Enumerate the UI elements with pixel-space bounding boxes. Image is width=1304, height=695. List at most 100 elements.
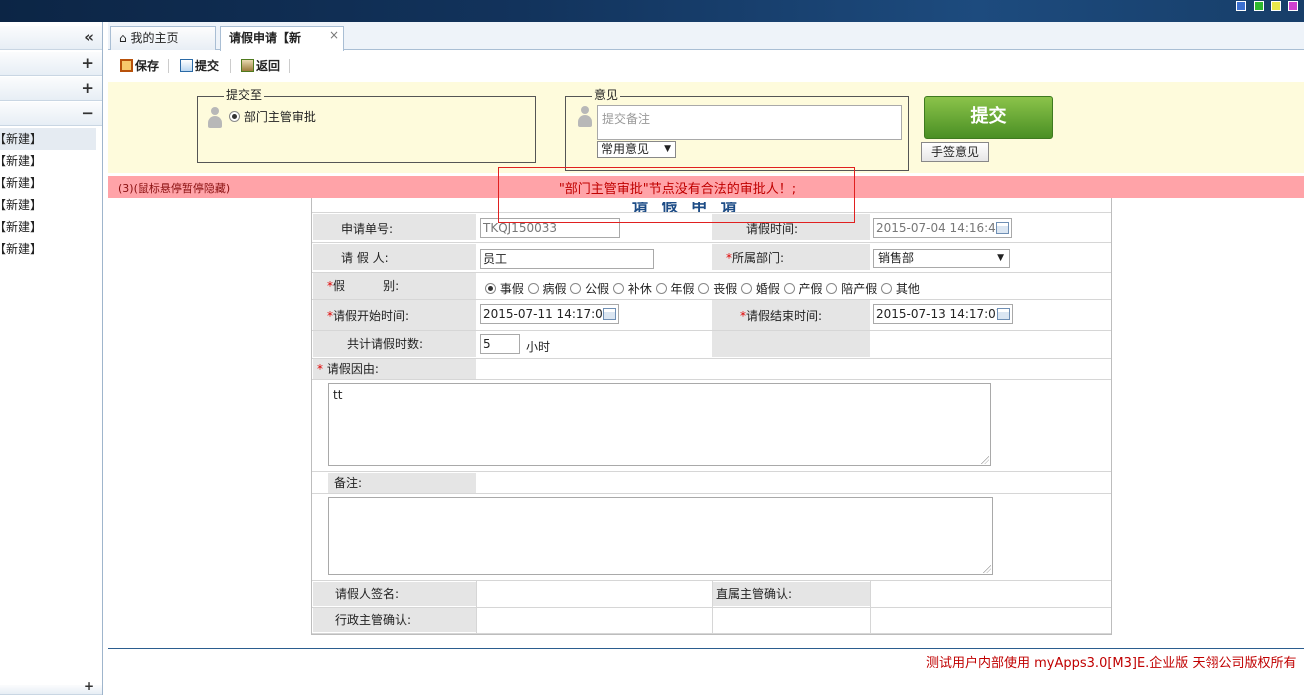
- sidebar-item[interactable]: 【新建】: [0, 194, 96, 216]
- calendar-icon[interactable]: [997, 308, 1010, 320]
- radio-icon[interactable]: [741, 283, 753, 294]
- back-icon: [241, 59, 254, 72]
- radio-option[interactable]: 产假: [783, 282, 823, 296]
- window-green-button[interactable]: [1254, 1, 1264, 11]
- expand-icon[interactable]: +: [84, 679, 94, 693]
- person-icon: [208, 107, 222, 129]
- opinion-legend: 意见: [592, 88, 621, 102]
- sidebar-item[interactable]: 【新建】: [0, 150, 96, 172]
- collapse-sidebar-button[interactable]: «: [84, 28, 94, 46]
- tab-label: 我的主页: [130, 31, 179, 45]
- sidebar-header: «: [0, 26, 102, 50]
- supervisor-label: 直属主管确认:: [712, 582, 870, 606]
- opinion-textarea[interactable]: 提交备注: [597, 105, 902, 140]
- radio-option[interactable]: 陪产假: [826, 282, 877, 296]
- radio-option[interactable]: 事假: [485, 282, 524, 296]
- resize-grip-icon[interactable]: [983, 565, 991, 573]
- chevron-down-icon: ▼: [664, 144, 671, 154]
- radio-option[interactable]: 公假: [570, 282, 609, 296]
- separator: [168, 59, 169, 73]
- submit-icon: [180, 59, 193, 72]
- footer-divider: [108, 648, 1304, 649]
- end-time-field[interactable]: 2015-07-13 14:17:07: [873, 304, 1013, 324]
- tab-leave-request[interactable]: 请假申请【新 ×: [220, 26, 344, 51]
- hours-label: 共计请假时数:: [313, 331, 476, 357]
- tab-home[interactable]: ⌂ 我的主页: [110, 26, 216, 50]
- reason-textarea[interactable]: tt: [328, 383, 991, 466]
- hours-field[interactable]: 5: [480, 334, 520, 354]
- remark-textarea[interactable]: [328, 497, 993, 575]
- radio-icon[interactable]: [881, 283, 893, 294]
- tab-bar: ⌂ 我的主页 请假申请【新 ×: [108, 22, 1304, 51]
- radio-option[interactable]: 丧假: [698, 282, 737, 296]
- window-magenta-button[interactable]: [1288, 1, 1298, 11]
- reason-label: * 请假因由:: [313, 359, 476, 379]
- separator: [289, 59, 290, 73]
- sidebar: « + + − 【新建】 【新建】 【新建】 【新建】 【新建】 【新建】 +: [0, 22, 103, 695]
- submit-panel: 提交至 部门主管审批 意见 提交备注 常用意见 ▼ 提交 手签意见: [108, 82, 1304, 173]
- close-icon[interactable]: ×: [329, 24, 339, 46]
- sign-label: 请假人签名:: [313, 582, 476, 606]
- sidebar-item[interactable]: 【新建】: [0, 238, 96, 260]
- applicant-field[interactable]: 员工: [480, 249, 654, 269]
- error-popup: "部门主管审批"节点没有合法的审批人！;: [498, 167, 855, 223]
- submit-button[interactable]: 提交: [924, 96, 1053, 139]
- error-hint: (3)(鼠标悬停暂停隐藏): [118, 182, 231, 195]
- submit-to-legend: 提交至: [224, 88, 265, 102]
- start-time-label: *请假开始时间:: [313, 300, 476, 330]
- sidebar-item[interactable]: 【新建】: [0, 128, 96, 150]
- calendar-icon[interactable]: [603, 308, 616, 320]
- window-top-bar: [0, 0, 1304, 22]
- submit-to-fieldset: 提交至 部门主管审批: [197, 88, 536, 163]
- leave-type-radio-group: 事假 病假 公假 补休 年假 丧假 婚假 产假 陪产假 其他: [485, 280, 920, 297]
- radio-icon[interactable]: [826, 283, 838, 294]
- admin-label: 行政主管确认:: [313, 608, 476, 632]
- radio-selected-icon[interactable]: [485, 283, 496, 294]
- radio-icon[interactable]: [655, 283, 667, 294]
- window-yellow-button[interactable]: [1271, 1, 1281, 11]
- resize-grip-icon[interactable]: [981, 456, 989, 464]
- radio-selected-icon[interactable]: [229, 111, 240, 122]
- common-opinion-select[interactable]: 常用意见 ▼: [597, 141, 676, 158]
- radio-option[interactable]: 补休: [613, 282, 652, 296]
- radio-icon[interactable]: [783, 283, 795, 294]
- footer-copyright: 测试用户内部使用 myApps3.0[M3]E.企业版 天翎公司版权所有: [926, 656, 1297, 671]
- sidebar-section-1[interactable]: +: [0, 52, 102, 76]
- radio-icon[interactable]: [527, 283, 539, 294]
- handwrite-opinion-button[interactable]: 手签意见: [921, 142, 989, 162]
- save-icon: [120, 59, 133, 72]
- radio-option[interactable]: 病假: [527, 282, 567, 296]
- remark-label: 备注:: [328, 473, 476, 493]
- dept-label: *所属部门:: [712, 244, 870, 270]
- sidebar-section-3[interactable]: −: [0, 102, 102, 126]
- back-button[interactable]: 返回: [241, 57, 280, 75]
- sidebar-item[interactable]: 【新建】: [0, 216, 96, 238]
- radio-icon[interactable]: [698, 283, 710, 294]
- radio-option[interactable]: 其他: [881, 282, 920, 296]
- radio-icon[interactable]: [613, 283, 625, 294]
- submit-to-option[interactable]: 部门主管审批: [229, 108, 316, 125]
- collapse-icon[interactable]: −: [81, 104, 94, 122]
- expand-icon[interactable]: +: [81, 79, 94, 97]
- opinion-fieldset: 意见 提交备注 常用意见 ▼: [565, 88, 909, 171]
- start-time-field[interactable]: 2015-07-11 14:17:03: [480, 304, 619, 324]
- sidebar-item[interactable]: 【新建】: [0, 172, 96, 194]
- radio-icon[interactable]: [570, 283, 582, 294]
- calendar-icon: [996, 222, 1009, 234]
- person-icon: [578, 106, 592, 128]
- radio-option[interactable]: 婚假: [741, 282, 780, 296]
- request-no-label: 申请单号:: [313, 214, 476, 240]
- window-blue-button[interactable]: [1236, 1, 1246, 11]
- radio-option[interactable]: 年假: [655, 282, 695, 296]
- dept-select[interactable]: 销售部 ▼: [873, 249, 1010, 268]
- error-message: "部门主管审批"节点没有合法的审批人！;: [558, 182, 797, 197]
- submit-toolbar-button[interactable]: 提交: [180, 57, 219, 75]
- end-time-label: *请假结束时间:: [712, 300, 870, 330]
- leave-type-label: *假 别:: [313, 273, 476, 299]
- tab-label: 请假申请【新: [229, 31, 302, 45]
- save-button[interactable]: 保存: [120, 57, 159, 75]
- sidebar-bottom-section[interactable]: +: [0, 679, 102, 695]
- sidebar-section-2[interactable]: +: [0, 77, 102, 101]
- home-icon: ⌂: [119, 31, 127, 45]
- expand-icon[interactable]: +: [81, 54, 94, 72]
